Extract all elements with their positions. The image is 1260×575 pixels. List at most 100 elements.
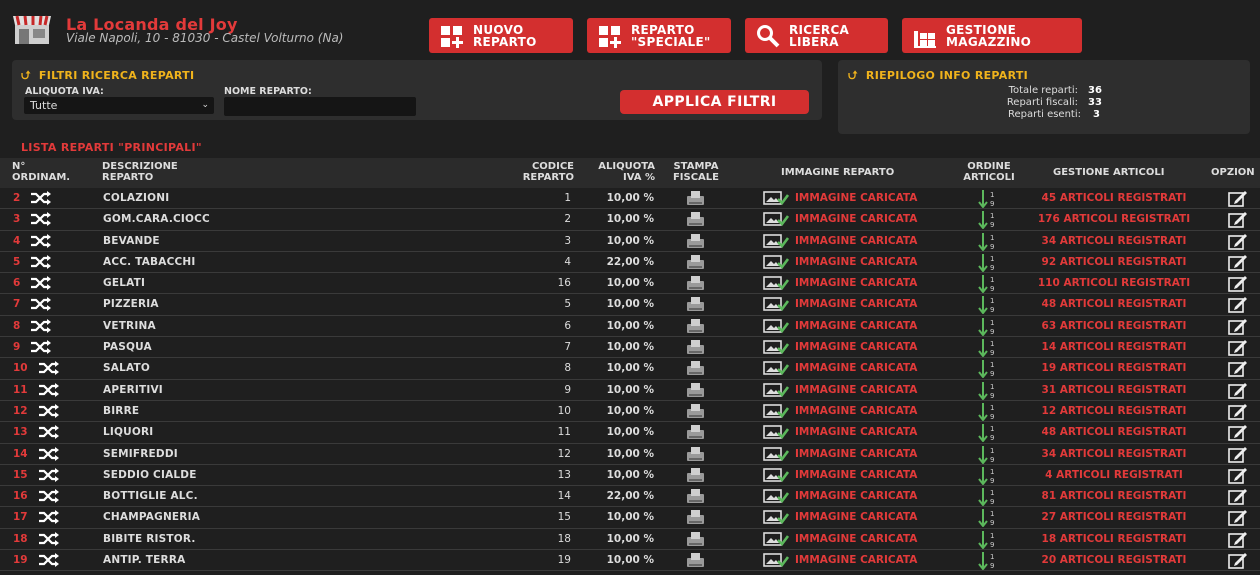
table-row[interactable]: 16 BOTTIGLIE ALC. 14 22,00 % IMMAGINE CARICA… (0, 486, 1260, 508)
shuffle-icon[interactable] (30, 212, 52, 227)
sort-articles-icon[interactable]: 19 (978, 253, 1000, 273)
image-check-icon[interactable] (763, 276, 790, 291)
col-description[interactable]: DESCRIZIONE REPARTO (102, 161, 178, 183)
col-order-number[interactable]: N° ORDINAM. (12, 161, 70, 183)
image-status[interactable]: IMMAGINE CARICATA (795, 298, 917, 310)
shuffle-icon[interactable] (30, 191, 52, 205)
sort-articles-icon[interactable]: 19 (978, 232, 1000, 252)
image-status[interactable]: IMMAGINE CARICATA (795, 256, 917, 268)
fiscal-printer-icon[interactable] (684, 276, 706, 291)
image-status[interactable]: IMMAGINE CARICATA (795, 213, 917, 225)
fiscal-printer-icon[interactable] (684, 340, 706, 355)
fiscal-printer-icon[interactable] (684, 212, 706, 227)
fiscal-printer-icon[interactable] (684, 553, 706, 568)
edit-icon[interactable] (1228, 360, 1248, 378)
sort-articles-icon[interactable]: 19 (978, 338, 1000, 358)
shuffle-icon[interactable] (38, 489, 60, 504)
sort-articles-icon[interactable]: 19 (978, 359, 1000, 379)
articles-count-link[interactable]: 63 ARTICOLI REGISTRATI (1014, 320, 1214, 332)
articles-count-link[interactable]: 110 ARTICOLI REGISTRATI (1014, 277, 1214, 289)
col-code[interactable]: CODICE REPARTO (516, 161, 574, 183)
table-row[interactable]: 9 PASQUA 7 10,00 % IMMAGINE CARICATA 1 9 14 ART… (0, 337, 1260, 359)
fiscal-printer-icon[interactable] (684, 403, 706, 418)
fiscal-printer-icon[interactable] (684, 489, 706, 504)
shuffle-icon[interactable] (30, 276, 52, 291)
shuffle-icon[interactable] (38, 553, 60, 568)
col-iva[interactable]: ALIQUOTA IVA % (588, 161, 655, 183)
fiscal-printer-icon[interactable] (684, 361, 706, 376)
sort-articles-icon[interactable]: 19 (978, 317, 1000, 337)
sort-articles-icon[interactable]: 19 (978, 381, 1000, 401)
table-row[interactable]: 14 SEMIFREDDI 12 10,00 % IMMAGINE CARICATA 1 9… (0, 444, 1260, 465)
articles-count-link[interactable]: 20 ARTICOLI REGISTRATI (1014, 554, 1214, 566)
edit-icon[interactable] (1228, 509, 1248, 527)
articles-count-link[interactable]: 34 ARTICOLI REGISTRATI (1014, 235, 1214, 247)
shuffle-icon[interactable] (38, 425, 60, 440)
shuffle-icon[interactable] (30, 297, 52, 312)
edit-icon[interactable] (1228, 233, 1248, 250)
image-check-icon[interactable] (763, 489, 790, 504)
sort-articles-icon[interactable]: 19 (978, 210, 1000, 230)
edit-icon[interactable] (1228, 211, 1248, 229)
warehouse-management-button[interactable]: GESTIONE MAGAZZINO (902, 18, 1082, 53)
table-row[interactable]: 18 BIBITE RISTOR. 18 10,00 % IMMAGINE CARICA… (0, 529, 1260, 551)
shuffle-icon[interactable] (38, 382, 60, 397)
table-row[interactable]: 2 COLAZIONI 1 10,00 % IMMAGINE CARICATA 1 9 45 … (0, 188, 1260, 210)
image-status[interactable]: IMMAGINE CARICATA (795, 511, 917, 523)
col-image[interactable]: IMMAGINE REPARTO (781, 167, 894, 178)
fiscal-printer-icon[interactable] (684, 446, 706, 461)
articles-count-link[interactable]: 45 ARTICOLI REGISTRATI (1014, 192, 1214, 204)
sort-articles-icon[interactable]: 19 (978, 402, 1000, 422)
image-status[interactable]: IMMAGINE CARICATA (795, 320, 917, 332)
fiscal-printer-icon[interactable] (684, 191, 706, 205)
shuffle-icon[interactable] (30, 318, 52, 333)
image-status[interactable]: IMMAGINE CARICATA (795, 554, 917, 566)
shuffle-icon[interactable] (38, 361, 60, 376)
articles-count-link[interactable]: 34 ARTICOLI REGISTRATI (1014, 448, 1214, 460)
image-check-icon[interactable] (763, 255, 790, 269)
sort-articles-icon[interactable]: 19 (978, 466, 1000, 486)
sort-articles-icon[interactable]: 19 (978, 530, 1000, 550)
table-row[interactable]: 10 SALATO 8 10,00 % IMMAGINE CARICATA 1 9 19 AR… (0, 358, 1260, 380)
fiscal-printer-icon[interactable] (684, 318, 706, 333)
image-status[interactable]: IMMAGINE CARICATA (795, 277, 917, 289)
image-status[interactable]: IMMAGINE CARICATA (795, 341, 917, 353)
shuffle-icon[interactable] (38, 531, 60, 546)
table-row[interactable]: 6 GELATI 16 10,00 % IMMAGINE CARICATA 1 9 110 A… (0, 273, 1260, 295)
image-status[interactable]: IMMAGINE CARICATA (795, 192, 917, 204)
image-status[interactable]: IMMAGINE CARICATA (795, 405, 917, 417)
image-check-icon[interactable] (763, 318, 790, 333)
image-check-icon[interactable] (763, 297, 790, 312)
image-check-icon[interactable] (763, 510, 790, 525)
shuffle-icon[interactable] (30, 233, 52, 248)
edit-icon[interactable] (1228, 488, 1248, 505)
table-row[interactable]: 19 ANTIP. TERRA 19 10,00 % IMMAGINE CARICATA… (0, 550, 1260, 572)
image-status[interactable]: IMMAGINE CARICATA (795, 469, 917, 481)
image-status[interactable]: IMMAGINE CARICATA (795, 362, 917, 374)
image-check-icon[interactable] (763, 531, 790, 546)
articles-count-link[interactable]: 92 ARTICOLI REGISTRATI (1014, 256, 1214, 268)
image-check-icon[interactable] (763, 340, 790, 355)
col-article-order[interactable]: ORDINE ARTICOLI (958, 161, 1020, 183)
fiscal-printer-icon[interactable] (684, 425, 706, 440)
edit-icon[interactable] (1228, 190, 1248, 207)
fiscal-printer-icon[interactable] (684, 531, 706, 546)
image-status[interactable]: IMMAGINE CARICATA (795, 448, 917, 460)
sort-articles-icon[interactable]: 19 (978, 274, 1000, 294)
table-row[interactable]: 15 SEDDIO CIALDE 13 10,00 % IMMAGINE CARICAT… (0, 465, 1260, 487)
image-check-icon[interactable] (763, 233, 790, 248)
articles-count-link[interactable]: 19 ARTICOLI REGISTRATI (1014, 362, 1214, 374)
edit-icon[interactable] (1228, 552, 1248, 569)
image-check-icon[interactable] (763, 382, 790, 397)
image-check-icon[interactable] (763, 468, 790, 482)
collapse-chevron-icon[interactable]: ⮍ (21, 66, 31, 87)
articles-count-link[interactable]: 48 ARTICOLI REGISTRATI (1014, 426, 1214, 438)
image-status[interactable]: IMMAGINE CARICATA (795, 426, 917, 438)
col-fiscal-print[interactable]: STAMPA FISCALE (670, 161, 722, 183)
fiscal-printer-icon[interactable] (684, 382, 706, 397)
image-status[interactable]: IMMAGINE CARICATA (795, 490, 917, 502)
fiscal-printer-icon[interactable] (684, 467, 706, 482)
apply-filters-button[interactable]: APPLICA FILTRI (620, 90, 809, 114)
image-check-icon[interactable] (763, 404, 790, 418)
image-status[interactable]: IMMAGINE CARICATA (795, 533, 917, 545)
